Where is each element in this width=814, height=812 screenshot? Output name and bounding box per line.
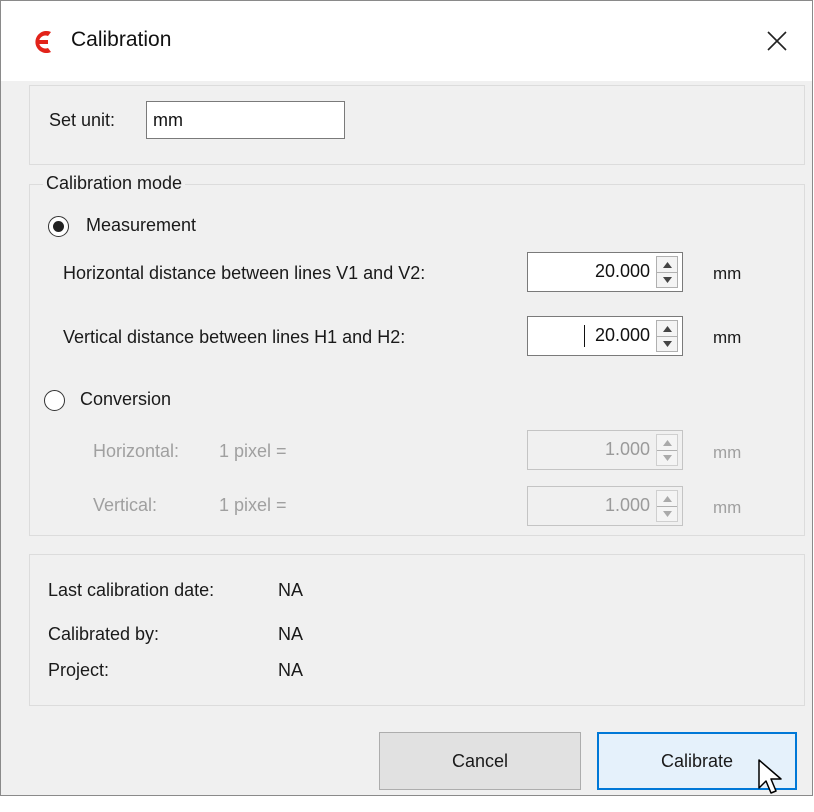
window-title: Calibration xyxy=(71,28,172,51)
spin-up-button[interactable] xyxy=(657,257,677,273)
calibration-mode-group xyxy=(29,184,805,536)
conversion-radio[interactable] xyxy=(44,390,65,411)
spinner-value: 20.000 xyxy=(594,261,650,281)
app-logo-icon xyxy=(35,31,51,53)
title-bar: Calibration xyxy=(1,1,812,81)
spinner-value: 1.000 xyxy=(604,439,650,459)
vertical-distance-spinner[interactable]: 20.000 xyxy=(527,316,683,356)
unit-input[interactable] xyxy=(146,101,345,139)
calibration-dialog: Calibration Set unit: Calibration mode M… xyxy=(0,0,813,796)
conversion-vertical-spinner[interactable]: 1.000 xyxy=(527,486,683,526)
horizontal-unit: mm xyxy=(713,264,742,283)
vertical-distance-label: Vertical distance between lines H1 and H… xyxy=(63,327,406,347)
spin-down-button[interactable] xyxy=(657,506,677,521)
conversion-horizontal-spinner[interactable]: 1.000 xyxy=(527,430,683,470)
arrow-up-icon xyxy=(662,325,672,332)
conversion-vertical-label: Vertical: xyxy=(93,495,158,515)
calibrated-by-value: NA xyxy=(278,624,304,644)
conversion-vertical-unit: mm xyxy=(713,498,742,517)
last-calibration-date-value: NA xyxy=(278,580,304,600)
cancel-button[interactable]: Cancel xyxy=(379,732,581,790)
arrow-up-icon xyxy=(662,439,672,446)
arrow-down-icon xyxy=(662,340,672,347)
spinner-buttons xyxy=(656,434,678,466)
arrow-down-icon xyxy=(662,510,672,517)
spin-down-button[interactable] xyxy=(657,272,677,287)
horizontal-distance-spinner[interactable]: 20.000 xyxy=(527,252,683,292)
arrow-up-icon xyxy=(662,495,672,502)
close-button[interactable] xyxy=(742,1,812,81)
project-value: NA xyxy=(278,660,304,680)
conversion-vertical-pixel: 1 pixel = xyxy=(219,495,287,515)
calibration-mode-legend: Calibration mode xyxy=(43,173,186,194)
spinner-buttons xyxy=(656,490,678,522)
spin-down-button[interactable] xyxy=(657,450,677,465)
close-icon xyxy=(767,31,787,51)
last-calibration-date-label: Last calibration date: xyxy=(48,580,215,600)
calibrated-by-label: Calibrated by: xyxy=(48,624,160,644)
conversion-horizontal-pixel: 1 pixel = xyxy=(219,441,287,461)
spinner-buttons xyxy=(656,320,678,352)
spin-up-button[interactable] xyxy=(657,321,677,337)
spinner-value: 1.000 xyxy=(604,495,650,515)
spinner-value: 20.000 xyxy=(594,325,650,345)
spinner-buttons xyxy=(656,256,678,288)
conversion-horizontal-label: Horizontal: xyxy=(93,441,180,461)
measurement-radio[interactable] xyxy=(48,216,69,237)
text-caret xyxy=(584,325,585,347)
spin-up-button[interactable] xyxy=(657,435,677,451)
conversion-label[interactable]: Conversion xyxy=(80,389,171,410)
vertical-unit: mm xyxy=(713,328,742,347)
set-unit-label: Set unit: xyxy=(49,110,116,130)
spin-up-button[interactable] xyxy=(657,491,677,507)
radio-selected-dot xyxy=(53,221,64,232)
spin-down-button[interactable] xyxy=(657,336,677,351)
mouse-cursor-icon xyxy=(758,759,782,794)
measurement-label[interactable]: Measurement xyxy=(86,215,196,236)
project-label: Project: xyxy=(48,660,110,680)
arrow-down-icon xyxy=(662,276,672,283)
conversion-horizontal-unit: mm xyxy=(713,443,742,462)
arrow-down-icon xyxy=(662,454,672,461)
arrow-up-icon xyxy=(662,261,672,268)
horizontal-distance-label: Horizontal distance between lines V1 and… xyxy=(63,263,426,283)
